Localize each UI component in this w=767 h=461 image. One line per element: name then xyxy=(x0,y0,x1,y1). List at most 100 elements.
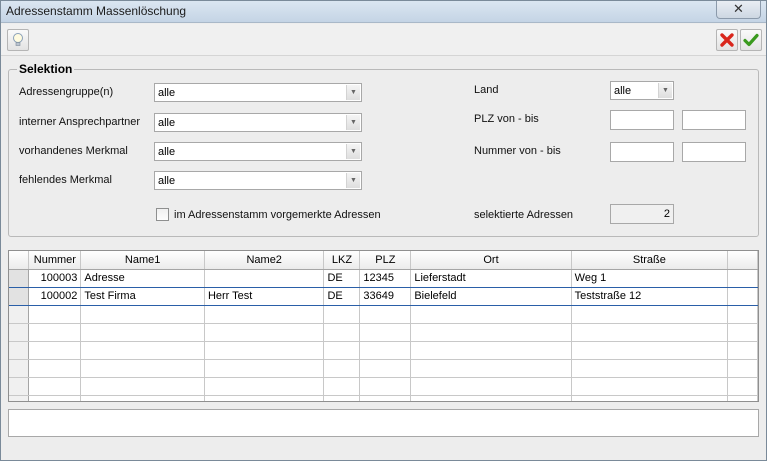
row-indicator[interactable] xyxy=(9,269,30,288)
empty-cell xyxy=(410,323,572,342)
lightbulb-icon xyxy=(13,33,23,46)
column-header-name1[interactable]: Name1 xyxy=(80,251,205,270)
cell-ort[interactable]: Bielefeld xyxy=(410,287,572,306)
row-indicator xyxy=(9,359,30,378)
cell-ort[interactable]: Lieferstadt xyxy=(410,269,572,288)
column-header-plz[interactable]: PLZ xyxy=(359,251,412,270)
existing-feature-label: vorhandenes Merkmal xyxy=(19,145,128,157)
dialog-window: Adressenstamm Massenlöschung ✕ Selektion… xyxy=(0,0,767,461)
column-header-filler xyxy=(727,251,758,270)
empty-cell xyxy=(359,341,412,360)
address-group-combo[interactable]: alle ▼ xyxy=(154,83,362,102)
cell-name2[interactable]: Herr Test xyxy=(204,287,325,306)
column-header-lkz[interactable]: LKZ xyxy=(323,251,361,270)
number-from-input[interactable] xyxy=(610,142,674,162)
empty-cell xyxy=(323,341,361,360)
row-indicator xyxy=(9,377,30,396)
empty-cell xyxy=(204,323,325,342)
empty-cell xyxy=(410,377,572,396)
empty-cell xyxy=(28,305,82,324)
close-button[interactable]: ✕ xyxy=(716,1,761,19)
address-grid[interactable]: Nummer Name1 Name2 LKZ PLZ Ort Straße 10… xyxy=(8,250,759,402)
table-row[interactable]: 100003 Adresse DE 12345 Lieferstadt Weg … xyxy=(9,269,758,288)
address-table: Nummer Name1 Name2 LKZ PLZ Ort Straße 10… xyxy=(9,251,758,401)
column-header-nummer[interactable]: Nummer xyxy=(28,251,82,270)
row-indicator[interactable] xyxy=(9,287,30,306)
country-value: alle xyxy=(614,85,632,97)
empty-cell xyxy=(571,341,729,360)
chevron-down-icon[interactable]: ▼ xyxy=(346,173,360,188)
empty-cell xyxy=(28,323,82,342)
missing-feature-combo[interactable]: alle ▼ xyxy=(154,171,362,190)
marked-addresses-label: im Adressenstamm vorgemerkte Adressen xyxy=(174,209,381,221)
ok-button[interactable] xyxy=(740,29,762,51)
chevron-down-icon[interactable]: ▼ xyxy=(346,85,360,100)
empty-cell xyxy=(410,359,572,378)
marked-addresses-checkbox[interactable] xyxy=(156,208,169,221)
status-field xyxy=(8,409,759,437)
empty-cell xyxy=(727,341,758,360)
address-group-label: Adressengruppe(n) xyxy=(19,86,114,98)
empty-cell xyxy=(727,377,758,396)
cell-strasse[interactable]: Teststraße 12 xyxy=(571,287,729,306)
empty-cell xyxy=(571,359,729,378)
cell-lkz[interactable]: DE xyxy=(323,269,361,288)
chevron-down-icon[interactable]: ▼ xyxy=(346,115,360,130)
empty-cell xyxy=(359,323,412,342)
column-header-ort[interactable]: Ort xyxy=(410,251,572,270)
cell-plz[interactable]: 12345 xyxy=(359,269,412,288)
empty-cell xyxy=(359,377,412,396)
empty-cell xyxy=(28,377,82,396)
title-bar: Adressenstamm Massenlöschung ✕ xyxy=(1,1,766,23)
empty-row xyxy=(9,341,758,360)
cell-name1[interactable]: Test Firma xyxy=(80,287,205,306)
column-header-name2[interactable]: Name2 xyxy=(204,251,325,270)
column-header-strasse[interactable]: Straße xyxy=(571,251,729,270)
empty-cell xyxy=(727,395,758,401)
row-indicator xyxy=(9,305,30,324)
empty-cell xyxy=(80,305,205,324)
cell-strasse[interactable]: Weg 1 xyxy=(571,269,729,288)
empty-cell xyxy=(204,395,325,401)
zip-from-input[interactable] xyxy=(610,110,674,130)
empty-row xyxy=(9,323,758,342)
empty-row xyxy=(9,305,758,324)
address-group-value: alle xyxy=(158,87,176,99)
empty-cell xyxy=(571,323,729,342)
empty-cell xyxy=(204,341,325,360)
internal-contact-value: alle xyxy=(158,117,176,129)
cell-nummer[interactable]: 100002 xyxy=(28,287,82,306)
existing-feature-value: alle xyxy=(158,146,176,158)
cancel-button[interactable] xyxy=(716,29,738,51)
hint-button[interactable] xyxy=(7,29,29,51)
chevron-down-icon[interactable]: ▼ xyxy=(658,83,672,98)
cell-plz[interactable]: 33649 xyxy=(359,287,412,306)
empty-cell xyxy=(80,395,205,401)
chevron-down-icon[interactable]: ▼ xyxy=(346,144,360,159)
window-title: Adressenstamm Massenlöschung xyxy=(6,4,187,18)
existing-feature-combo[interactable]: alle ▼ xyxy=(154,142,362,161)
cell-name1[interactable]: Adresse xyxy=(80,269,205,288)
table-row[interactable]: 100002 Test Firma Herr Test DE 33649 Bie… xyxy=(9,287,758,306)
empty-cell xyxy=(204,305,325,324)
row-indicator xyxy=(9,395,30,401)
internal-contact-combo[interactable]: alle ▼ xyxy=(154,113,362,132)
empty-cell xyxy=(323,305,361,324)
zip-to-input[interactable] xyxy=(682,110,746,130)
cell-lkz[interactable]: DE xyxy=(323,287,361,306)
empty-cell xyxy=(323,395,361,401)
selected-addresses-label: selektierte Adressen xyxy=(474,209,574,221)
empty-cell xyxy=(359,359,412,378)
country-combo[interactable]: alle ▼ xyxy=(610,81,674,100)
selection-legend: Selektion xyxy=(17,62,75,76)
toolbar xyxy=(1,24,766,56)
empty-cell xyxy=(80,377,205,396)
row-indicator-header xyxy=(9,251,30,270)
cell-nummer[interactable]: 100003 xyxy=(28,269,82,288)
empty-cell xyxy=(28,341,82,360)
cell-filler xyxy=(727,269,758,288)
cell-name2[interactable] xyxy=(204,269,325,288)
empty-cell xyxy=(204,377,325,396)
number-to-input[interactable] xyxy=(682,142,746,162)
empty-cell xyxy=(80,359,205,378)
